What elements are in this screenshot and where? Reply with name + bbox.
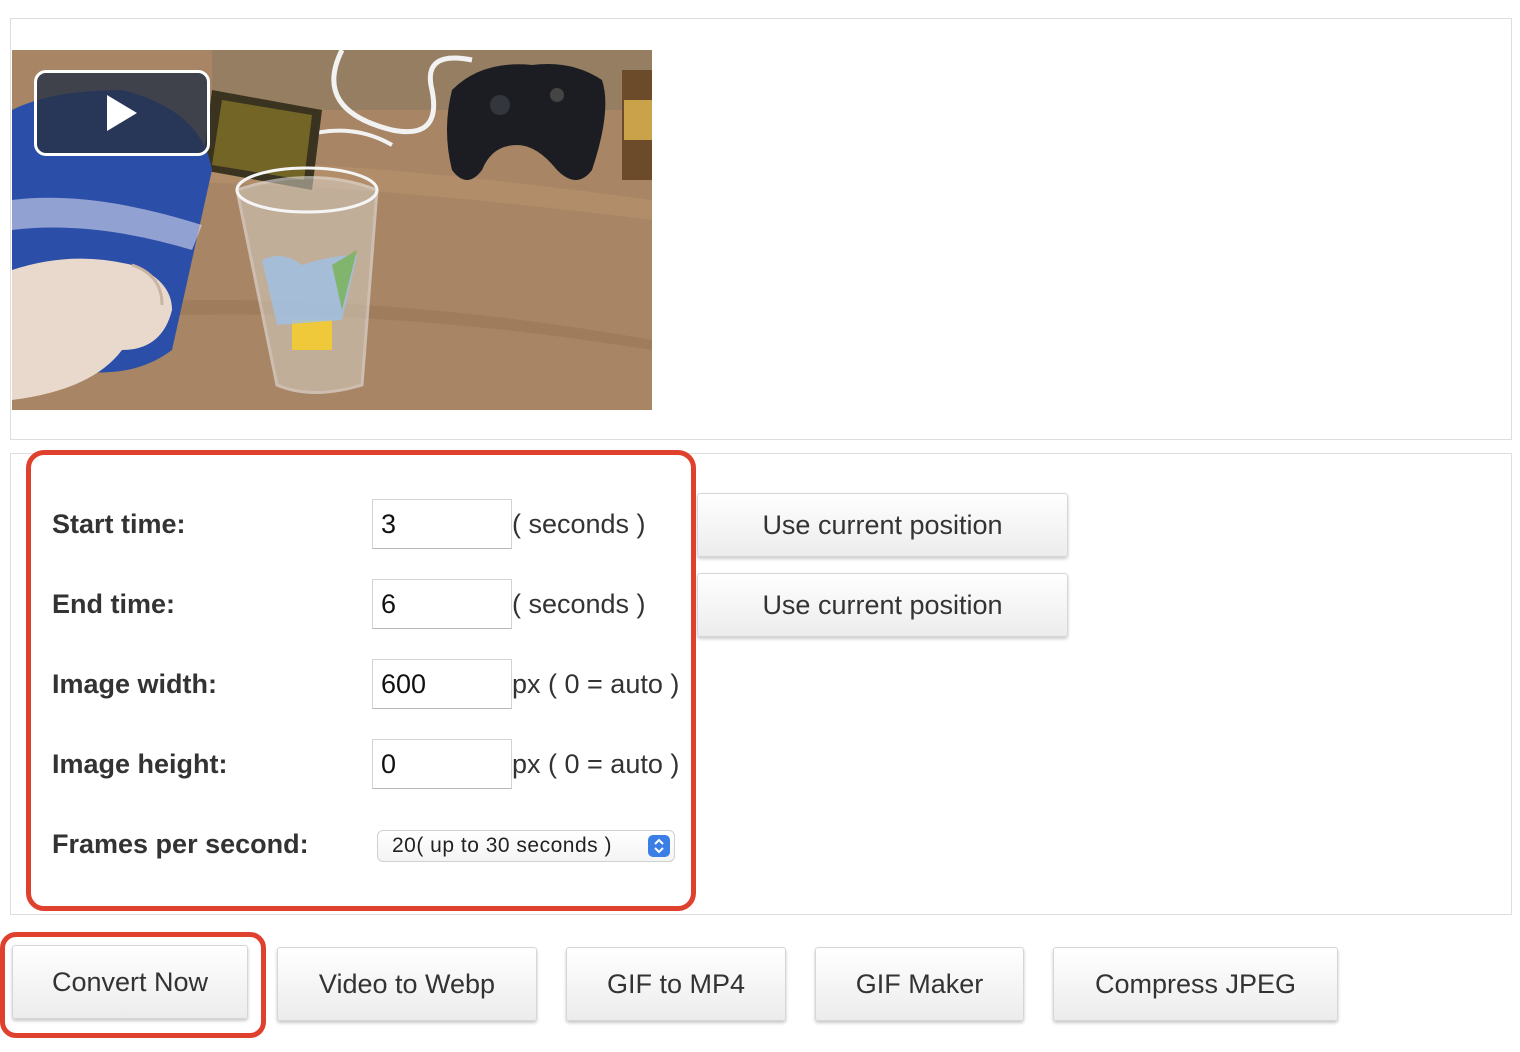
play-icon (107, 95, 137, 131)
image-width-input[interactable] (372, 659, 512, 709)
compress-jpeg-button[interactable]: Compress JPEG (1053, 947, 1338, 1021)
select-arrows-icon (648, 835, 670, 857)
fps-selected-value: 20( up to 30 seconds ) (392, 834, 612, 857)
fps-label: Frames per second: (52, 829, 309, 859)
image-height-row: Image height: px ( 0 = auto ) (0, 739, 1100, 789)
image-height-input[interactable] (372, 739, 512, 789)
convert-now-button[interactable]: Convert Now (12, 945, 248, 1019)
gif-maker-button[interactable]: GIF Maker (815, 947, 1024, 1021)
video-player[interactable] (12, 50, 652, 410)
video-to-webp-button[interactable]: Video to Webp (277, 947, 537, 1021)
play-button[interactable] (34, 70, 210, 156)
end-time-label: End time: (52, 589, 176, 619)
image-width-row: Image width: px ( 0 = auto ) (0, 659, 1100, 709)
end-time-input[interactable] (372, 579, 512, 629)
image-height-unit: px ( 0 = auto ) (512, 749, 680, 779)
gif-to-mp4-button[interactable]: GIF to MP4 (566, 947, 786, 1021)
start-time-unit: ( seconds ) (512, 509, 646, 539)
start-time-row: Start time: ( seconds ) Use current posi… (0, 493, 1100, 557)
end-time-unit: ( seconds ) (512, 589, 646, 619)
image-width-label: Image width: (52, 669, 218, 699)
start-use-current-position-button[interactable]: Use current position (697, 493, 1068, 557)
end-time-row: End time: ( seconds ) Use current positi… (0, 573, 1100, 637)
fps-select[interactable]: 20( up to 30 seconds ) (377, 830, 675, 862)
fps-row: Frames per second: 20( up to 30 seconds … (0, 826, 1100, 876)
image-width-unit: px ( 0 = auto ) (512, 669, 680, 699)
start-time-label: Start time: (52, 509, 186, 539)
start-time-input[interactable] (372, 499, 512, 549)
image-height-label: Image height: (52, 749, 228, 779)
end-use-current-position-button[interactable]: Use current position (697, 573, 1068, 637)
page: Start time: ( seconds ) Use current posi… (0, 0, 1520, 1052)
